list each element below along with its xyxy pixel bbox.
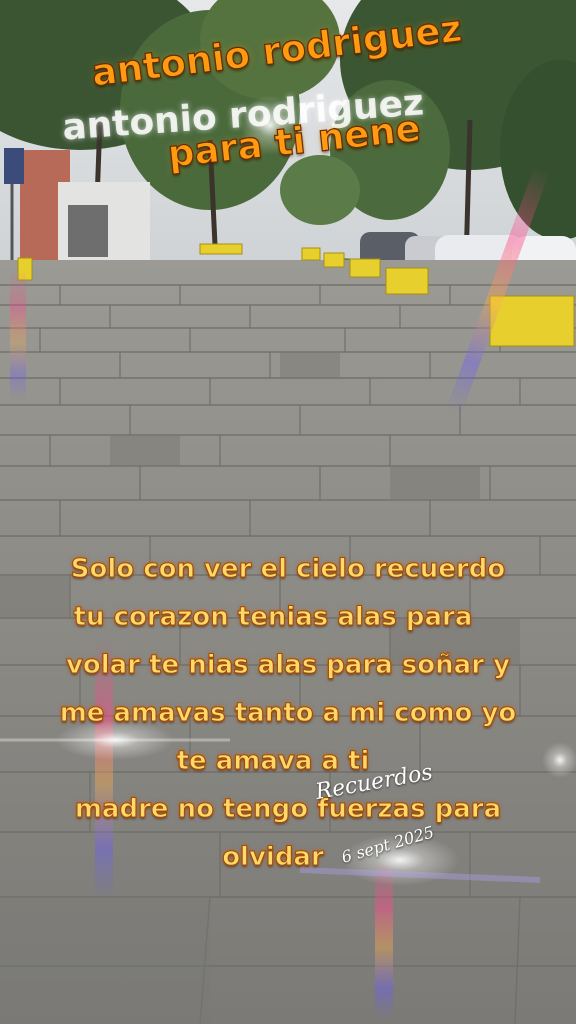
poem-line: olvidar bbox=[222, 842, 325, 873]
poem-line: Solo con ver el cielo recuerdo bbox=[70, 554, 506, 585]
poem-line: madre no tengo fuerzas para bbox=[74, 794, 502, 825]
poem-line: me amavas tanto a mi como yo bbox=[59, 698, 517, 729]
poem-line: tu corazon tenias alas para bbox=[73, 602, 473, 633]
poem-line: volar te nias alas para soñar y bbox=[65, 650, 511, 681]
poem-text: Solo con ver el cielo recuerdo tu corazo… bbox=[0, 545, 576, 881]
poem-line: te amava a ti bbox=[176, 746, 370, 777]
